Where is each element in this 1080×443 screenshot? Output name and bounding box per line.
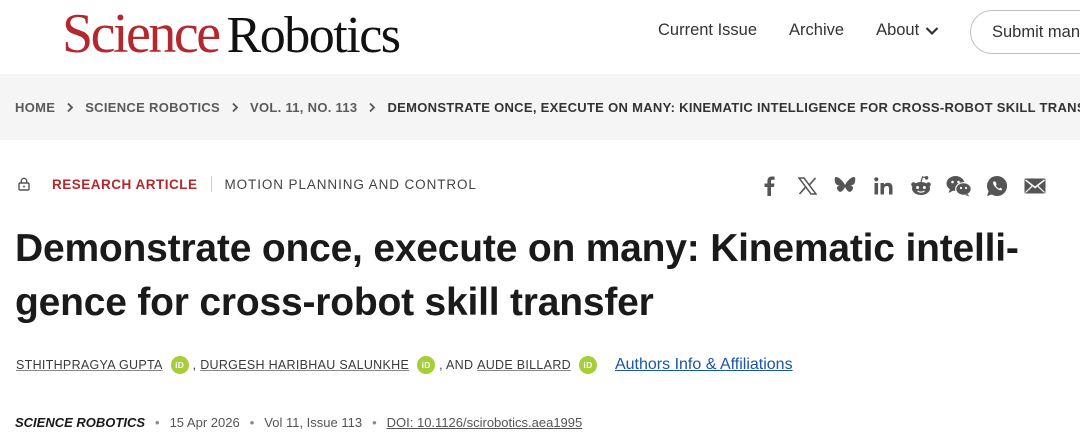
breadcrumb: HOME SCIENCE ROBOTICS VOL. 11, NO. 113 D…: [0, 74, 1080, 140]
share-toolbar: [756, 174, 1060, 198]
chevron-down-icon: [925, 26, 939, 35]
publication-date: 15 Apr 2026: [169, 415, 240, 430]
meta-divider: [210, 176, 212, 192]
chevron-right-icon: [231, 102, 239, 113]
orcid-icon[interactable]: iD: [578, 356, 597, 374]
bullet-separator: •: [155, 415, 160, 430]
facebook-icon[interactable]: [756, 174, 782, 198]
journal-name: SCIENCE ROBOTICS: [15, 415, 146, 430]
nav-archive[interactable]: Archive: [789, 21, 844, 40]
article-title: Demonstrate once, execute on many: Kinem…: [15, 222, 1065, 330]
author-separator: , AND: [439, 358, 474, 372]
nav-about[interactable]: About: [876, 21, 939, 40]
author-name[interactable]: DURGESH HARIBHAU SALUNKHE: [200, 358, 409, 372]
bullet-separator: •: [249, 415, 255, 430]
authors-info-affiliations-link[interactable]: Authors Info & Affiliations: [615, 356, 793, 374]
logo-science-text: Science: [62, 3, 221, 65]
article-topic-label[interactable]: MOTION PLANNING AND CONTROL: [225, 177, 477, 192]
nav-about-label: About: [876, 21, 920, 39]
main-nav: Current Issue Archive About: [658, 21, 971, 40]
author-name[interactable]: STHITHPRAGYA GUPTA: [16, 358, 163, 372]
submit-manuscript-button[interactable]: Submit man: [970, 10, 1080, 54]
chevron-right-icon: [66, 102, 74, 113]
bluesky-icon[interactable]: [832, 174, 858, 198]
orcid-icon[interactable]: iD: [417, 356, 436, 374]
author-separator: ,: [192, 358, 197, 372]
article-title-line-1: Demonstrate once, execute on many: Kinem…: [15, 227, 1019, 270]
reddit-icon[interactable]: [908, 174, 934, 198]
orcid-icon[interactable]: iD: [170, 356, 189, 374]
breadcrumb-home[interactable]: HOME: [15, 100, 55, 115]
lock-icon: [18, 177, 30, 191]
site-header: Science Robotics Current Issue Archive A…: [0, 0, 1080, 74]
chevron-right-icon: [368, 102, 376, 113]
author-name[interactable]: AUDE BILLARD: [477, 358, 571, 372]
breadcrumb-journal[interactable]: SCIENCE ROBOTICS: [85, 100, 220, 115]
linkedin-icon[interactable]: [870, 174, 896, 198]
x-icon[interactable]: [794, 174, 820, 198]
article-meta: RESEARCH ARTICLE MOTION PLANNING AND CON…: [18, 176, 477, 192]
nav-current-issue[interactable]: Current Issue: [658, 21, 757, 40]
email-icon[interactable]: [1022, 174, 1048, 198]
author-list: STHITHPRAGYA GUPTA iD , DURGESH HARIBHAU…: [16, 356, 793, 374]
article-title-line-2: gence for cross-robot skill transfer: [15, 281, 654, 324]
logo-robotics-text: Robotics: [226, 7, 401, 64]
bullet-separator: •: [372, 415, 377, 430]
volume-issue[interactable]: Vol 11, Issue 113: [264, 415, 362, 430]
breadcrumb-issue[interactable]: VOL. 11, NO. 113: [250, 100, 357, 115]
science-robotics-logo[interactable]: Science Robotics: [62, 3, 401, 65]
whatsapp-icon[interactable]: [984, 174, 1010, 198]
article-type-label[interactable]: RESEARCH ARTICLE: [52, 177, 198, 192]
wechat-icon[interactable]: [946, 174, 972, 198]
citation-line: SCIENCE ROBOTICS • 15 Apr 2026 • Vol 11,…: [15, 415, 582, 430]
breadcrumb-current-article: DEMONSTRATE ONCE, EXECUTE ON MANY: KINEM…: [387, 99, 1080, 115]
doi-link[interactable]: DOI: 10.1126/scirobotics.aea1995: [387, 415, 583, 430]
